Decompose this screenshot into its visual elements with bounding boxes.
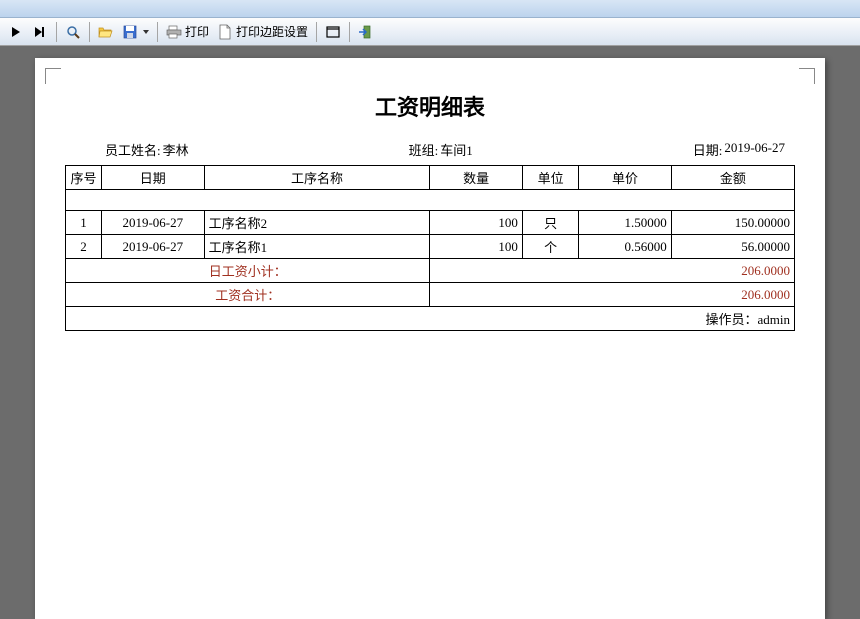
dropdown-arrow-icon — [143, 30, 149, 34]
cell-amount: 150.00000 — [671, 211, 794, 235]
cell-qty: 100 — [430, 235, 522, 259]
report-title: 工资明细表 — [65, 90, 795, 122]
date-label: 日期: — [693, 140, 723, 159]
operator-value: admin — [758, 312, 791, 327]
daily-subtotal-row: 日工资小计： 206.0000 — [66, 259, 795, 283]
magnifier-icon — [65, 24, 81, 40]
print-button[interactable]: 打印 — [162, 21, 213, 43]
toolbar: 打印 打印边距设置 — [0, 18, 860, 46]
col-header-idx: 序号 — [66, 166, 102, 190]
col-header-qty: 数量 — [430, 166, 522, 190]
cell-amount: 56.00000 — [671, 235, 794, 259]
table-row: 1 2019-06-27 工序名称2 100 只 1.50000 150.000… — [66, 211, 795, 235]
total-row: 工资合计： 206.0000 — [66, 283, 795, 307]
printer-icon — [166, 24, 182, 40]
crop-mark — [45, 68, 61, 84]
date-value: 2019-06-27 — [724, 140, 785, 159]
operator-label: 操作员： — [705, 312, 757, 327]
total-value: 206.0000 — [430, 283, 795, 307]
report-table: 序号 日期 工序名称 数量 单位 单价 金额 1 2019-06-27 工序名称… — [65, 165, 795, 331]
document-icon — [217, 24, 233, 40]
cell-unit: 只 — [522, 211, 578, 235]
zoom-button[interactable] — [61, 21, 85, 43]
col-header-name: 工序名称 — [204, 166, 430, 190]
save-icon — [122, 24, 138, 40]
report-page: 工资明细表 员工姓名: 李林 班组: 车间1 日期: 2019-06-27 序号… — [35, 58, 825, 619]
cell-idx: 1 — [66, 211, 102, 235]
cell-idx: 2 — [66, 235, 102, 259]
separator — [157, 22, 158, 42]
employee-label: 员工姓名: — [105, 140, 161, 159]
employee-value: 李林 — [163, 140, 189, 159]
play-icon — [8, 24, 24, 40]
cell-price: 0.56000 — [579, 235, 671, 259]
folder-open-icon — [98, 24, 114, 40]
table-blank-row — [66, 190, 795, 211]
table-header-row: 序号 日期 工序名称 数量 单位 单价 金额 — [66, 166, 795, 190]
table-row: 2 2019-06-27 工序名称1 100 个 0.56000 56.0000… — [66, 235, 795, 259]
separator — [316, 22, 317, 42]
cell-price: 1.50000 — [579, 211, 671, 235]
crop-mark — [799, 68, 815, 84]
save-button[interactable] — [118, 21, 153, 43]
exit-button[interactable] — [354, 21, 378, 43]
exit-icon — [358, 24, 374, 40]
separator — [349, 22, 350, 42]
separator — [56, 22, 57, 42]
col-header-amount: 金额 — [671, 166, 794, 190]
total-label: 工资合计： — [66, 283, 430, 307]
col-header-price: 单价 — [579, 166, 671, 190]
team-label: 班组: — [409, 140, 439, 159]
window-icon — [325, 24, 341, 40]
window-titlebar — [0, 0, 860, 18]
separator — [89, 22, 90, 42]
print-label: 打印 — [185, 23, 209, 40]
col-header-unit: 单位 — [522, 166, 578, 190]
play-button[interactable] — [4, 21, 28, 43]
cell-date: 2019-06-27 — [101, 211, 204, 235]
print-margin-button[interactable]: 打印边距设置 — [213, 21, 312, 43]
play-end-button[interactable] — [28, 21, 52, 43]
report-header-row: 员工姓名: 李林 班组: 车间1 日期: 2019-06-27 — [65, 140, 795, 165]
team-value: 车间1 — [440, 140, 473, 159]
cell-unit: 个 — [522, 235, 578, 259]
print-margin-label: 打印边距设置 — [236, 23, 308, 40]
open-button[interactable] — [94, 21, 118, 43]
cell-date: 2019-06-27 — [101, 235, 204, 259]
preview-area: 工资明细表 员工姓名: 李林 班组: 车间1 日期: 2019-06-27 序号… — [0, 46, 860, 619]
play-end-icon — [32, 24, 48, 40]
cell-qty: 100 — [430, 211, 522, 235]
daily-subtotal-label: 日工资小计： — [66, 259, 430, 283]
col-header-date: 日期 — [101, 166, 204, 190]
daily-subtotal-value: 206.0000 — [430, 259, 795, 283]
cell-name: 工序名称2 — [204, 211, 430, 235]
cell-name: 工序名称1 — [204, 235, 430, 259]
operator-row: 操作员：admin — [66, 307, 795, 331]
window-button[interactable] — [321, 21, 345, 43]
